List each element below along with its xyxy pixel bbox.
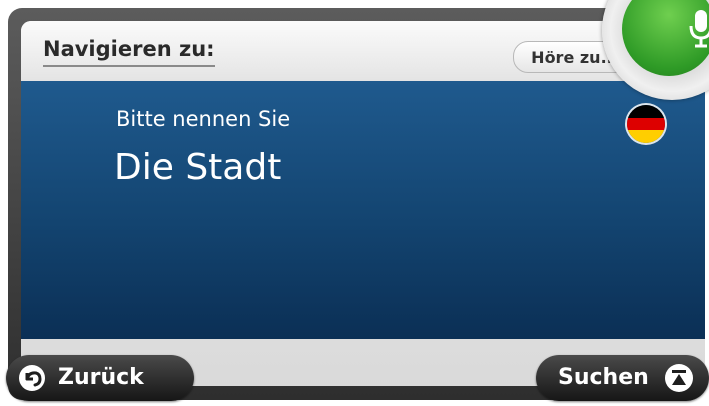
keyboard-icon bbox=[665, 364, 693, 392]
page-title: Navigieren zu: bbox=[43, 37, 215, 67]
back-arrow-icon bbox=[19, 365, 45, 391]
navigation-screen: Navigieren zu: Höre zu... Bitte nennen S… bbox=[21, 21, 705, 386]
search-button-label: Suchen bbox=[558, 365, 649, 390]
germany-flag-icon[interactable] bbox=[627, 105, 665, 143]
search-button[interactable]: Suchen bbox=[536, 355, 709, 401]
device-frame: Navigieren zu: Höre zu... Bitte nennen S… bbox=[8, 8, 705, 400]
voice-prompt-panel: Bitte nennen Sie Die Stadt bbox=[21, 81, 705, 339]
microphone-icon bbox=[689, 10, 709, 48]
back-button-label: Zurück bbox=[58, 365, 144, 390]
back-button[interactable]: Zurück bbox=[6, 355, 194, 401]
prompt-field: Die Stadt bbox=[114, 147, 282, 188]
prompt-instruction: Bitte nennen Sie bbox=[116, 107, 291, 131]
